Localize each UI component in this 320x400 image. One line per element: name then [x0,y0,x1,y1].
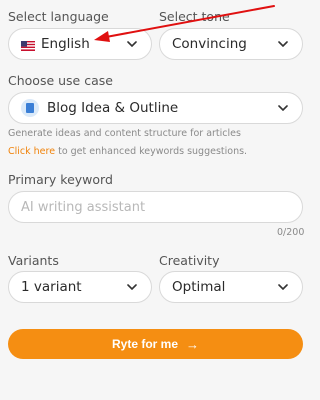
use-case-value: Blog Idea & Outline [47,100,179,116]
language-select[interactable]: English [8,28,152,60]
chevron-down-icon [125,280,139,294]
use-case-description: Generate ideas and content structure for… [8,128,241,139]
chevron-down-icon [276,37,290,51]
keyword-label: Primary keyword [8,172,113,187]
language-label: Select language [8,9,109,24]
variants-value: 1 variant [21,279,82,295]
creativity-value: Optimal [172,279,226,295]
chevron-down-icon [125,37,139,51]
ryte-for-me-button[interactable]: Ryte for me → [8,329,303,359]
use-case-select[interactable]: Blog Idea & Outline [8,92,303,124]
chevron-down-icon [276,280,290,294]
document-icon [21,99,39,117]
keyword-hint: Click here to get enhanced keywords sugg… [8,146,247,157]
chevron-down-icon [276,101,290,115]
tone-value: Convincing [172,36,247,52]
variants-label: Variants [8,253,59,268]
keyword-counter: 0/200 [277,227,305,238]
arrow-right-icon: → [186,336,200,352]
variants-select[interactable]: 1 variant [8,271,152,303]
language-value: English [41,36,90,52]
creativity-select[interactable]: Optimal [159,271,303,303]
use-case-label: Choose use case [8,73,113,88]
creativity-label: Creativity [159,253,220,268]
tone-label: Select tone [159,9,230,24]
keyword-input[interactable] [8,191,303,223]
click-here-link[interactable]: Click here [8,146,55,157]
keyword-hint-text: to get enhanced keywords suggestions. [55,146,248,157]
tone-select[interactable]: Convincing [159,28,303,60]
us-flag-icon [21,39,35,51]
ryte-for-me-label: Ryte for me [111,337,179,351]
